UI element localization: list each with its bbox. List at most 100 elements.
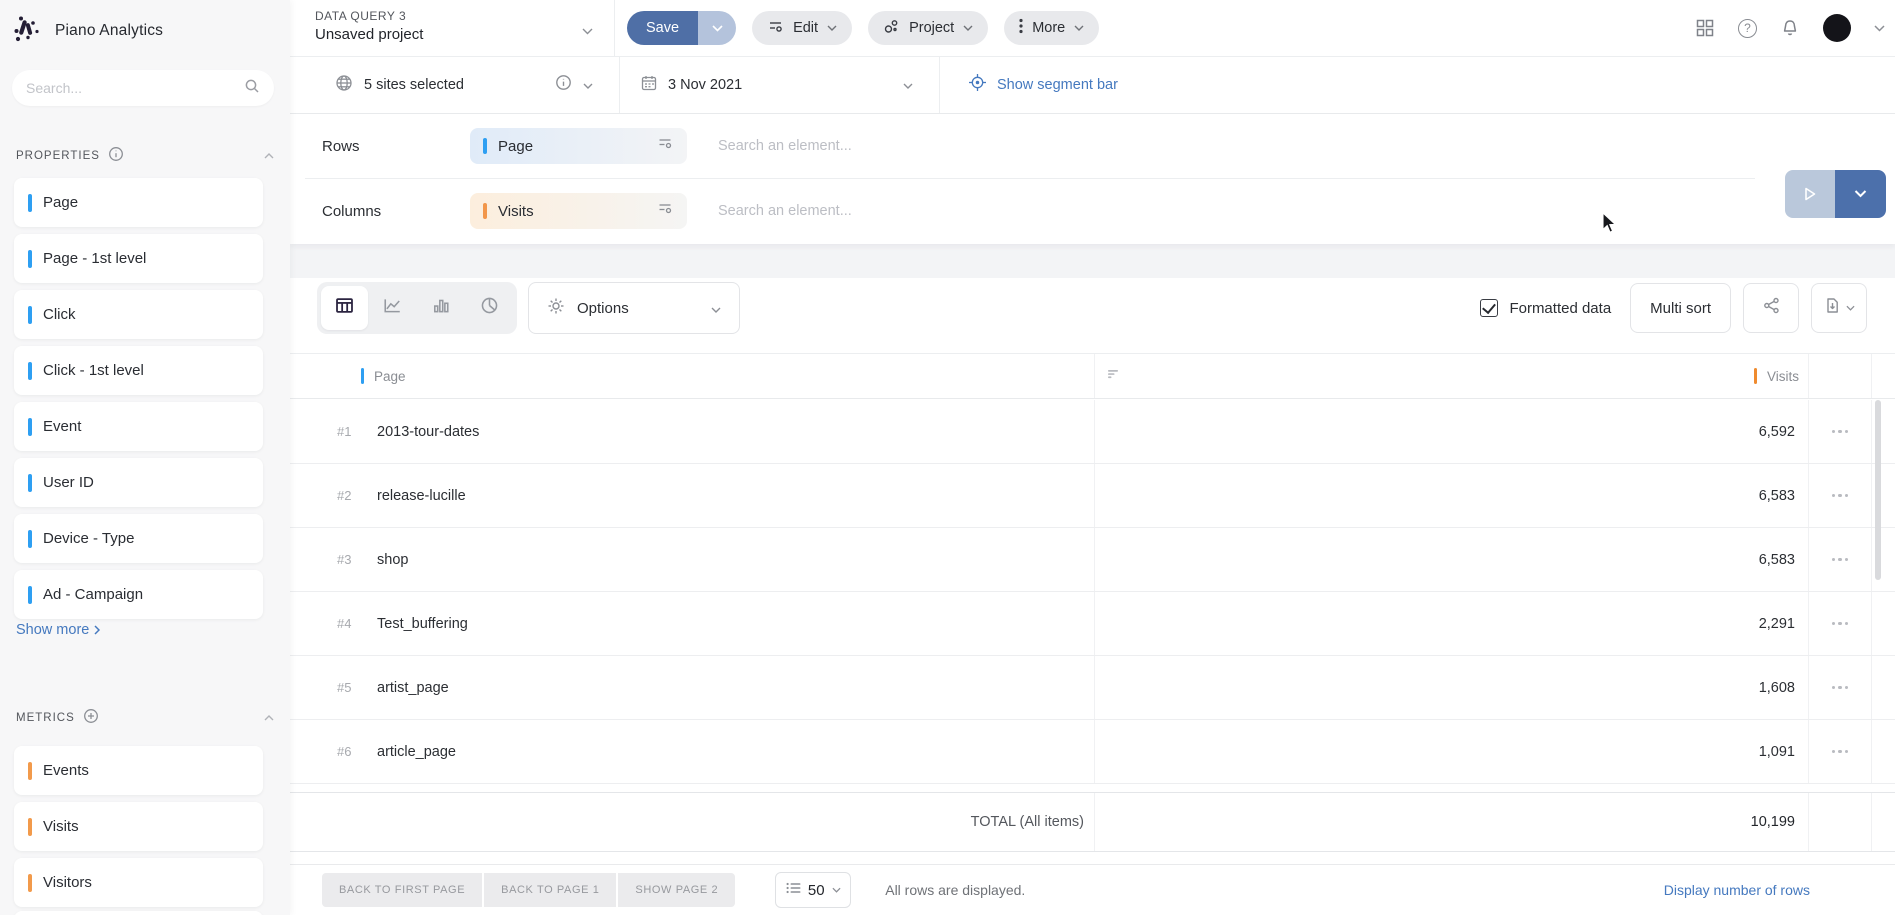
row-menu-button[interactable] xyxy=(1828,488,1853,504)
multi-sort-button[interactable]: Multi sort xyxy=(1630,283,1731,333)
sidebar-metric-item[interactable]: Visitors xyxy=(14,858,263,907)
save-split-button[interactable]: Save xyxy=(627,11,736,45)
sidebar-property-item[interactable]: Page xyxy=(14,178,263,227)
visits-column-header[interactable]: Visits xyxy=(1767,369,1799,384)
property-label: Device - Type xyxy=(43,530,134,547)
show-page-2-button[interactable]: SHOW PAGE 2 xyxy=(618,873,735,907)
help-icon[interactable]: ? xyxy=(1738,19,1757,38)
row-menu-button[interactable] xyxy=(1828,552,1853,568)
columns-metric-chip[interactable]: Visits xyxy=(470,193,687,229)
user-avatar[interactable] xyxy=(1823,14,1851,42)
run-query-split-button[interactable] xyxy=(1785,170,1886,218)
save-button[interactable]: Save xyxy=(627,11,698,45)
sidebar-search[interactable] xyxy=(12,70,274,106)
rows-dimension-chip[interactable]: Page xyxy=(470,128,687,164)
info-icon[interactable] xyxy=(108,146,124,165)
query-switch-chevron-icon[interactable] xyxy=(582,22,593,40)
table-view-tab[interactable] xyxy=(321,286,368,330)
more-button[interactable]: More xyxy=(1004,11,1099,45)
pie-chart-view-tab[interactable] xyxy=(467,286,514,330)
edit-button[interactable]: Edit xyxy=(752,11,852,45)
run-query-chevron-icon[interactable] xyxy=(1835,170,1886,218)
row-menu-button[interactable] xyxy=(1828,616,1853,632)
view-switcher xyxy=(317,282,517,334)
sidebar-property-item[interactable]: User ID xyxy=(14,458,263,507)
columns-element-search-input[interactable] xyxy=(718,203,1138,219)
sites-chevron-icon[interactable] xyxy=(583,76,593,94)
kebab-menu-icon xyxy=(1019,18,1023,38)
sidebar-property-item[interactable]: Click - 1st level xyxy=(14,346,263,395)
row-menu-button[interactable] xyxy=(1828,744,1853,760)
back-to-first-page-button[interactable]: BACK TO FIRST PAGE xyxy=(322,873,482,907)
property-label: Page - 1st level xyxy=(43,250,146,267)
sidebar-property-item[interactable]: Device - Type xyxy=(14,514,263,563)
date-chevron-icon[interactable] xyxy=(903,76,913,94)
sidebar-metric-item[interactable]: Events xyxy=(14,746,263,795)
site-selector[interactable]: 5 sites selected xyxy=(290,57,620,113)
apps-grid-icon[interactable] xyxy=(1695,18,1715,38)
table-row[interactable]: #4 Test_buffering 2,291 xyxy=(290,592,1895,656)
query-status: Unsaved project xyxy=(315,26,614,43)
sidebar-property-item[interactable]: Page - 1st level xyxy=(14,234,263,283)
options-button[interactable]: Options xyxy=(528,282,740,334)
table-row[interactable]: #3 shop 6,583 xyxy=(290,528,1895,592)
property-label: User ID xyxy=(43,474,94,491)
table-row[interactable]: #6 article_page 1,091 xyxy=(290,720,1895,784)
rows-element-search-input[interactable] xyxy=(718,138,1138,154)
table-scrollbar-thumb[interactable] xyxy=(1875,400,1881,580)
table-header-row: Page Visits xyxy=(290,353,1895,399)
export-button[interactable] xyxy=(1811,283,1867,333)
date-selector[interactable]: 3 Nov 2021 xyxy=(620,57,940,113)
rows-element-search[interactable] xyxy=(718,137,1895,155)
list-icon xyxy=(786,881,801,899)
rows-per-page-select[interactable]: 50 xyxy=(775,872,851,908)
row-menu-button[interactable] xyxy=(1828,680,1853,696)
row-menu-button[interactable] xyxy=(1828,424,1853,440)
row-page-value: shop xyxy=(377,552,408,568)
sidebar-metric-item[interactable]: Visits xyxy=(14,802,263,851)
property-label: Page xyxy=(43,194,78,211)
chip-settings-icon[interactable] xyxy=(657,135,674,157)
property-color-bar xyxy=(28,250,32,268)
sidebar-property-item[interactable]: Ad - Campaign xyxy=(14,570,263,619)
sort-descending-icon[interactable] xyxy=(1108,367,1120,385)
run-query-play-icon[interactable] xyxy=(1785,170,1835,218)
sidebar-property-item[interactable]: Event xyxy=(14,402,263,451)
rows-dimension-label: Page xyxy=(498,138,646,155)
back-to-page-1-button[interactable]: BACK TO PAGE 1 xyxy=(484,873,616,907)
project-button[interactable]: Project xyxy=(868,11,988,45)
segment-bar-toggle[interactable]: Show segment bar xyxy=(940,57,1118,113)
collapse-properties-icon[interactable] xyxy=(264,150,274,162)
properties-title: PROPERTIES xyxy=(16,150,100,162)
columns-element-search[interactable] xyxy=(718,202,1895,220)
sites-info-icon[interactable] xyxy=(555,74,572,96)
share-button[interactable] xyxy=(1743,283,1799,333)
query-title-block[interactable]: DATA QUERY 3 Unsaved project xyxy=(290,0,615,56)
page-column-header[interactable]: Page xyxy=(374,369,406,384)
row-rank: #6 xyxy=(337,744,365,759)
save-options-chevron-icon[interactable] xyxy=(698,11,736,45)
query-name: DATA QUERY 3 xyxy=(315,9,614,23)
row-visits-value: 1,091 xyxy=(1094,720,1808,783)
sidebar: Piano Analytics PROPERTIES Page xyxy=(0,0,290,915)
collapse-metrics-icon[interactable] xyxy=(264,712,274,724)
notifications-bell-icon[interactable] xyxy=(1780,18,1800,38)
table-row[interactable]: #1 2013-tour-dates 6,592 xyxy=(290,400,1895,464)
line-chart-view-tab[interactable] xyxy=(370,286,417,330)
account-chevron-icon[interactable] xyxy=(1874,25,1885,32)
show-more-link[interactable]: Show more xyxy=(16,622,100,638)
bar-chart-view-tab[interactable] xyxy=(418,286,465,330)
formatted-data-checkbox[interactable] xyxy=(1480,299,1498,317)
table-row[interactable]: #2 release-lucille 6,583 xyxy=(290,464,1895,528)
total-visits-value: 10,199 xyxy=(1094,793,1808,851)
properties-section-header: PROPERTIES xyxy=(0,146,290,165)
chip-settings-icon[interactable] xyxy=(657,200,674,222)
add-metric-icon[interactable] xyxy=(83,708,99,727)
sidebar-search-input[interactable] xyxy=(26,80,244,96)
show-segment-bar-link[interactable]: Show segment bar xyxy=(997,77,1118,93)
property-color-bar xyxy=(28,418,32,436)
row-rank: #1 xyxy=(337,424,365,439)
table-row[interactable]: #5 artist_page 1,608 xyxy=(290,656,1895,720)
sidebar-property-item[interactable]: Click xyxy=(14,290,263,339)
display-number-of-rows-link[interactable]: Display number of rows xyxy=(1664,882,1810,898)
